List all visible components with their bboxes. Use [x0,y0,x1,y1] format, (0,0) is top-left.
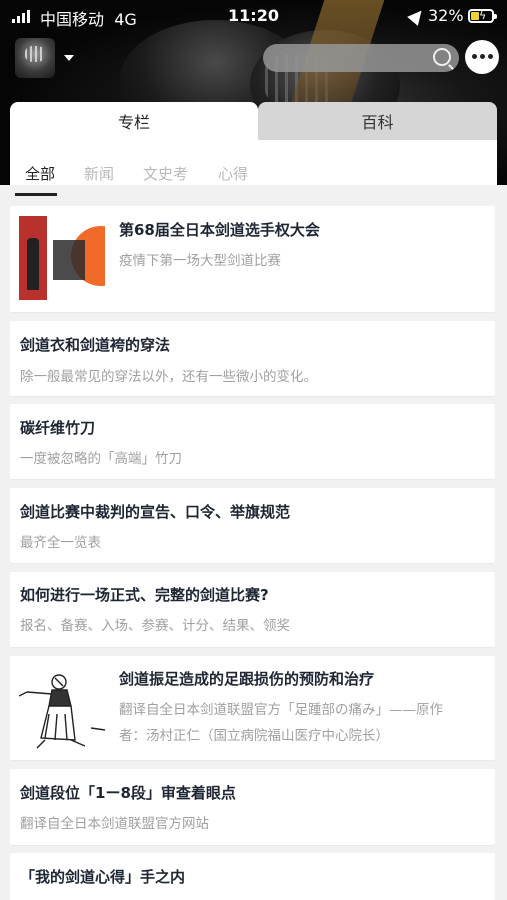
status-bar: 中国移动 4G 11:20 32% ϟ [0,0,507,32]
battery-percent: 32% [428,6,464,25]
list-item[interactable]: 剑道段位「1ー8段」审查着眼点 翻译自全日本剑道联盟官方网站 [10,769,495,845]
kendo-sketch-icon [19,674,106,749]
tab-column[interactable]: 专栏 [10,102,258,140]
article-desc: 除一般最常见的穿法以外，还有一些微小的变化。 [20,369,317,385]
tab-encyclopedia[interactable]: 百科 [258,102,497,140]
subtab-experience[interactable]: 心得 [218,163,248,184]
article-title: 如何进行一场正式、完整的剑道比赛? [20,586,269,604]
article-desc: 翻译自全日本剑道联盟官方「足踵部の痛み」——原作 [119,702,443,718]
search-input[interactable] [263,44,459,72]
list-item[interactable]: 剑道比赛中裁判的宣告、口令、举旗规范 最齐全一览表 [10,488,495,563]
article-title: 剑道衣和剑道袴的穿法 [20,336,171,354]
article-title: 第68届全日本剑道选手权大会 [119,221,320,239]
category-tabs: 全部 新闻 文史考 心得 [10,140,497,185]
chat-bubble-icon [472,54,493,59]
active-tab-indicator [15,193,57,196]
article-thumbnail [19,216,105,300]
article-desc: 翻译自全日本剑道联盟官方网站 [20,816,209,832]
article-desc: 疫情下第一场大型剑道比赛 [119,253,281,269]
article-title: 剑道振足造成的足跟损伤的预防和治疗 [119,670,375,688]
main-tabs: 专栏 百科 [10,102,497,140]
article-title: 剑道比赛中裁判的宣告、口令、举旗规范 [20,503,291,521]
article-desc: 报名、备赛、入场、参赛、计分、结果、领奖 [20,618,290,634]
avatar[interactable] [15,38,55,78]
article-desc-line2: 者：汤村正仁（国立病院福山医疗中心院长） [119,728,389,744]
list-item[interactable]: 剑道衣和剑道袴的穿法 除一般最常见的穿法以外，还有一些微小的变化。 [10,321,495,396]
article-title: 碳纤维竹刀 [20,419,96,437]
list-item[interactable]: 第68届全日本剑道选手权大会 疫情下第一场大型剑道比赛 [10,206,495,312]
list-item[interactable]: 如何进行一场正式、完整的剑道比赛? 报名、备赛、入场、参赛、计分、结果、领奖 [10,572,495,647]
subtab-all[interactable]: 全部 [25,163,55,184]
search-icon[interactable] [433,48,451,66]
chevron-down-icon[interactable] [64,55,74,61]
article-title: 剑道段位「1ー8段」审查着眼点 [20,784,236,802]
article-desc: 最齐全一览表 [20,535,101,551]
list-item[interactable]: 碳纤维竹刀 一度被忽略的「高端」竹刀 [10,404,495,479]
article-title: 「我的剑道心得」手之内 [20,868,186,886]
subtab-news[interactable]: 新闻 [84,163,114,184]
battery-icon: ϟ [468,9,497,23]
list-item[interactable]: 「我的剑道心得」手之内 [10,853,495,900]
message-button[interactable] [465,40,499,74]
article-desc: 一度被忽略的「高端」竹刀 [20,451,182,467]
list-item[interactable]: 剑道振足造成的足跟损伤的预防和治疗 翻译自全日本剑道联盟官方「足踵部の痛み」——… [10,656,495,760]
subtab-history[interactable]: 文史考 [143,163,188,184]
